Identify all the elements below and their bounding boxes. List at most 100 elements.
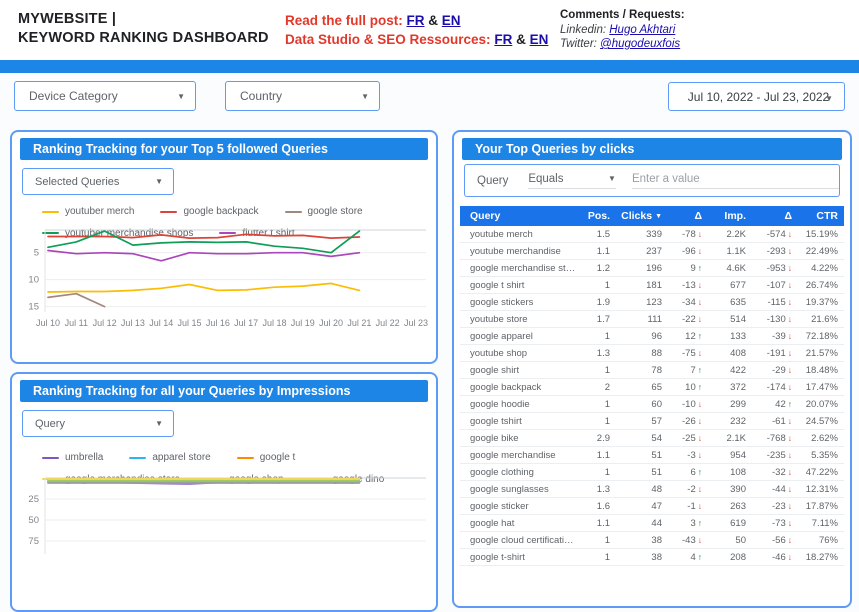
svg-text:Jul 18: Jul 18	[262, 318, 286, 328]
cell-query: google merchandise	[460, 447, 578, 464]
column-header-pos[interactable]: Pos.	[578, 206, 616, 226]
cell-ctr: 15.19%	[798, 226, 844, 243]
cell-impressions-delta: -29↓	[752, 362, 798, 379]
arrow-down-icon: ↓	[788, 280, 792, 290]
arrow-down-icon: ↓	[698, 348, 702, 358]
cell-query: google tshirt	[460, 413, 578, 430]
cell-impressions: 50	[708, 532, 752, 549]
cell-position: 1	[578, 532, 616, 549]
filter-value-input[interactable]	[632, 173, 839, 189]
comments-block: Comments / Requests: Linkedin: Hugo Akht…	[560, 8, 685, 52]
cell-query: google hoodie	[460, 396, 578, 413]
twitter-label: Twitter:	[560, 38, 597, 50]
cell-ctr: 5.35%	[798, 447, 844, 464]
table-row: google bike2.954-25↓2.1K-768↓2.62%	[460, 430, 844, 447]
cell-clicks: 60	[616, 396, 668, 413]
cell-clicks-delta: 3↑	[668, 515, 708, 532]
cell-clicks-delta: -96↓	[668, 243, 708, 260]
table-row: youtube merch1.5339-78↓2.2K-574↓15.19%	[460, 226, 844, 243]
legend-item[interactable]: umbrella	[42, 452, 103, 463]
cell-position: 1.9	[578, 294, 616, 311]
cell-impressions-delta: -191↓	[752, 345, 798, 362]
comments-label: Comments / Requests:	[560, 8, 685, 23]
table-row: youtube store1.7111-22↓514-130↓21.6%	[460, 311, 844, 328]
cell-ctr: 17.47%	[798, 379, 844, 396]
column-header-clicks[interactable]: Clicks▼	[616, 206, 668, 226]
legend-item[interactable]: google t	[237, 452, 296, 463]
post-link-fr[interactable]: FR	[407, 13, 425, 28]
cell-impressions-delta: -44↓	[752, 481, 798, 498]
filter-operator-dropdown[interactable]: Equals ▼	[528, 173, 616, 189]
selected-queries-dropdown[interactable]: Selected Queries ▼	[22, 168, 174, 195]
cell-query: google bike	[460, 430, 578, 447]
cell-impressions: 2.2K	[708, 226, 752, 243]
cell-impressions: 954	[708, 447, 752, 464]
svg-text:Jul 13: Jul 13	[121, 318, 145, 328]
post-link-en[interactable]: EN	[442, 13, 461, 28]
legend-item[interactable]: google backpack	[160, 206, 258, 217]
arrow-down-icon: ↓	[788, 365, 792, 375]
column-header-delta[interactable]: Δ	[752, 206, 798, 226]
svg-text:Jul 23: Jul 23	[404, 318, 428, 328]
table-row: google sunglasses1.348-2↓390-44↓12.31%	[460, 481, 844, 498]
cell-clicks-delta: -43↓	[668, 532, 708, 549]
linkedin-link[interactable]: Hugo Akhtari	[609, 24, 675, 36]
svg-text:Jul 17: Jul 17	[234, 318, 258, 328]
query-dropdown[interactable]: Query ▼	[22, 410, 174, 437]
column-header-delta[interactable]: Δ	[668, 206, 708, 226]
svg-text:Jul 11: Jul 11	[65, 318, 88, 328]
cell-impressions-delta: -574↓	[752, 226, 798, 243]
legend-swatch	[160, 211, 177, 214]
device-category-filter[interactable]: Device Category ▼	[14, 81, 196, 111]
cell-query: youtube merch	[460, 226, 578, 243]
arrow-up-icon: ↑	[698, 365, 702, 375]
date-range-picker[interactable]: Jul 10, 2022 - Jul 23, 2022 ▼	[668, 82, 845, 111]
arrow-down-icon: ↓	[788, 552, 792, 562]
country-filter[interactable]: Country ▼	[225, 81, 380, 111]
resources-link-fr[interactable]: FR	[494, 32, 512, 47]
legend-item[interactable]: google store	[285, 206, 363, 217]
cell-impressions: 619	[708, 515, 752, 532]
legend-item[interactable]: apparel store	[129, 452, 210, 463]
cell-query: youtube merchandise	[460, 243, 578, 260]
arrow-down-icon: ↓	[698, 399, 702, 409]
arrow-up-icon: ↑	[698, 263, 702, 273]
legend-label: google store	[308, 206, 363, 217]
resources-link-en[interactable]: EN	[530, 32, 549, 47]
table-row: google t shirt1181-13↓677-107↓26.74%	[460, 277, 844, 294]
impressions-ranking-line-chart[interactable]: 255075	[18, 470, 430, 562]
column-header-imp[interactable]: Imp.	[708, 206, 752, 226]
legend-item[interactable]: youtuber merch	[42, 206, 134, 217]
cell-clicks: 57	[616, 413, 668, 430]
chevron-down-icon: ▼	[825, 94, 833, 103]
cell-clicks: 48	[616, 481, 668, 498]
cell-query: google sticker	[460, 498, 578, 515]
svg-text:15: 15	[28, 302, 39, 313]
legend-swatch	[129, 457, 146, 460]
svg-text:Jul 22: Jul 22	[376, 318, 400, 328]
cell-impressions-delta: -107↓	[752, 277, 798, 294]
svg-text:5: 5	[34, 248, 39, 259]
cell-position: 1	[578, 362, 616, 379]
cell-impressions: 263	[708, 498, 752, 515]
arrow-up-icon: ↑	[698, 331, 702, 341]
column-header-ctr[interactable]: CTR	[798, 206, 844, 226]
table-row: google sticker1.647-1↓263-23↓17.87%	[460, 498, 844, 515]
cell-clicks-delta: -75↓	[668, 345, 708, 362]
svg-text:75: 75	[28, 536, 39, 547]
cell-query: youtube shop	[460, 345, 578, 362]
cell-impressions: 2.1K	[708, 430, 752, 447]
cell-ctr: 17.87%	[798, 498, 844, 515]
cell-clicks-delta: 7↑	[668, 362, 708, 379]
top5-ranking-line-chart[interactable]: 51015Jul 10Jul 11Jul 12Jul 13Jul 14Jul 1…	[18, 224, 430, 358]
cell-clicks-delta: -34↓	[668, 294, 708, 311]
table-row: google hat1.1443↑619-73↓7.11%	[460, 515, 844, 532]
column-header-query[interactable]: Query	[460, 206, 578, 226]
panel-impressions-ranking: Ranking Tracking for all your Queries by…	[10, 372, 438, 612]
cell-clicks-delta: -3↓	[668, 447, 708, 464]
linkedin-label: Linkedin:	[560, 24, 606, 36]
table-filter-bar: Query Equals ▼	[464, 164, 840, 197]
cell-query: google sunglasses	[460, 481, 578, 498]
dashboard-name: KEYWORD RANKING DASHBOARD	[18, 29, 269, 48]
twitter-link[interactable]: @hugodeuxfois	[600, 38, 680, 50]
